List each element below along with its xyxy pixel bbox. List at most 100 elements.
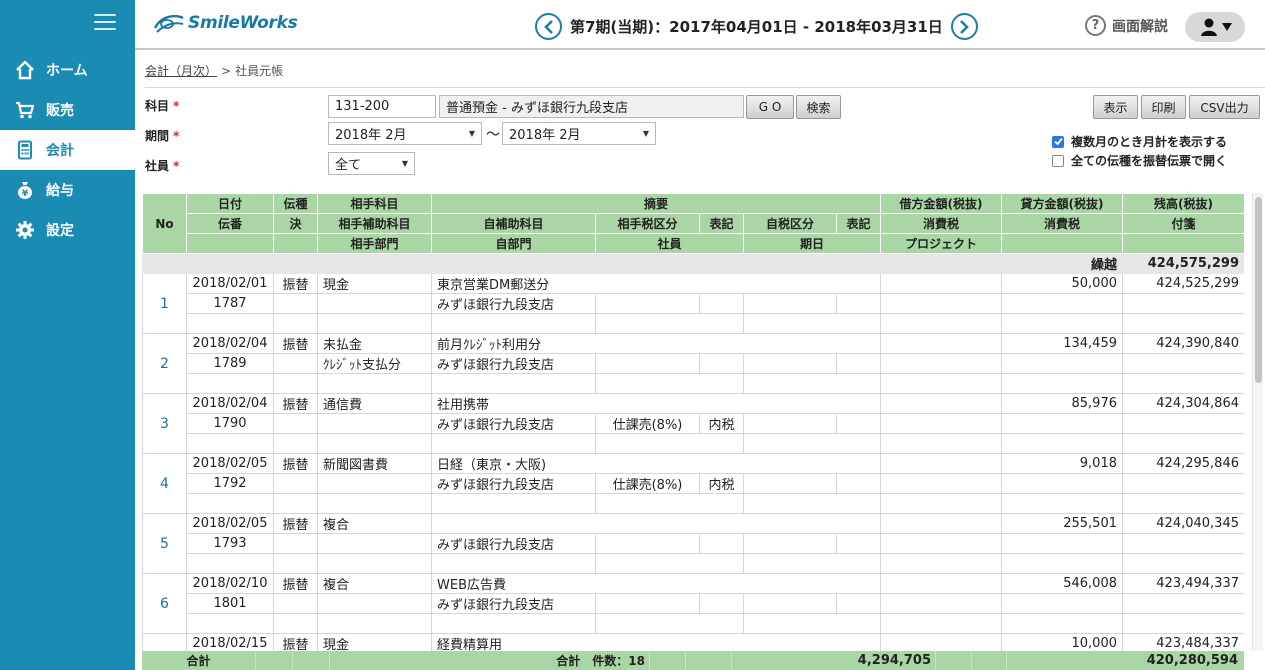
entry-counter-sub bbox=[317, 293, 432, 314]
col-header-own-tax: 自税区分 bbox=[743, 213, 837, 234]
entry-number[interactable]: 1 bbox=[142, 273, 187, 334]
entry-number[interactable]: 3 bbox=[142, 393, 187, 454]
breadcrumb: 会計（月次） > 社員元帳 bbox=[145, 62, 283, 79]
entry-mark bbox=[699, 533, 744, 554]
entry-balance: 424,304,864 bbox=[1122, 393, 1244, 414]
entry-type: 振替 bbox=[273, 513, 318, 534]
entry-slip-no: 1787 bbox=[186, 293, 274, 314]
csv-export-button[interactable]: CSV出力 bbox=[1189, 95, 1260, 119]
print-button[interactable]: 印刷 bbox=[1141, 95, 1186, 119]
table-row[interactable]: 5 2018/02/05 振替 複合 255,501 424,040,345 bbox=[142, 513, 1244, 574]
table-row[interactable]: 3 2018/02/04 振替 通信費 社用携帯 85,976 424,304,864 bbox=[142, 393, 1244, 454]
entry-number[interactable]: 4 bbox=[142, 453, 187, 514]
table-row[interactable]: 2 2018/02/04 振替 未払金 前月ｸﾚｼﾞｯﾄ利用分 134,459 424,39… bbox=[142, 333, 1244, 394]
scrollbar-thumb[interactable] bbox=[1255, 197, 1262, 383]
entry-settled bbox=[273, 533, 318, 554]
period-switcher: 第7期(当期)：2017年04月01日 - 2018年03月31日 bbox=[535, 13, 978, 40]
help-button[interactable]: ? 画面解説 bbox=[1085, 15, 1168, 36]
table-row-detail[interactable] bbox=[143, 493, 1244, 514]
table-row-detail[interactable] bbox=[143, 613, 1244, 634]
employee-select[interactable]: 全て ▼ bbox=[328, 152, 415, 175]
table-row[interactable]: 4 2018/02/05 振替 新聞図書費 日経（東京・大阪) 9,018 424,295,… bbox=[142, 453, 1244, 514]
monthly-total-checkbox[interactable]: 複数月のとき月計を表示する bbox=[1052, 133, 1227, 150]
col-header-tax: 消費税 bbox=[1001, 213, 1123, 234]
sidebar-item-settings[interactable]: 設定 bbox=[0, 210, 135, 250]
entry-summary: 社用携帯 bbox=[431, 393, 881, 414]
entry-counter-dept bbox=[317, 613, 432, 634]
entry-own-tax bbox=[743, 593, 837, 614]
table-row-detail[interactable]: 1793 みずほ銀行九段支店 bbox=[143, 533, 1244, 554]
col-header-empty bbox=[273, 233, 318, 254]
checkbox-unchecked-icon bbox=[1052, 154, 1064, 167]
table-row-detail[interactable]: 1790 みずほ銀行九段支店 仕課売(8%) 内税 bbox=[143, 413, 1244, 434]
prev-period-button[interactable] bbox=[535, 13, 562, 40]
col-header-own-sub: 自補助科目 bbox=[431, 213, 596, 234]
col-header-date: 日付 bbox=[186, 193, 274, 214]
sidebar-item-payroll[interactable]: ¥ 給与 bbox=[0, 170, 135, 210]
table-row-detail[interactable] bbox=[143, 433, 1244, 454]
breadcrumb-link-accounting[interactable]: 会計（月次） bbox=[145, 62, 217, 79]
period-from-select[interactable]: 2018年 2月 ▼ bbox=[328, 122, 482, 145]
show-button[interactable]: 表示 bbox=[1093, 95, 1138, 119]
entry-due-date bbox=[743, 613, 881, 634]
entry-employee bbox=[595, 613, 744, 634]
table-row-detail[interactable]: 1801 みずほ銀行九段支店 bbox=[143, 593, 1244, 614]
logo[interactable]: SmileWorks bbox=[153, 12, 298, 34]
table-row[interactable]: 1 2018/02/01 振替 現金 東京営業DM郵送分 50,000 424,525,29… bbox=[142, 273, 1244, 334]
help-icon: ? bbox=[1085, 15, 1106, 36]
col-header-settled: 決 bbox=[273, 213, 318, 234]
sidebar-item-accounting[interactable]: 会計 bbox=[0, 130, 135, 170]
col-header-empty bbox=[186, 233, 274, 254]
period-to-select[interactable]: 2018年 2月 ▼ bbox=[502, 122, 656, 145]
entry-project bbox=[880, 433, 1002, 454]
table-row[interactable]: 6 2018/02/10 振替 複合 WEB広告費 546,008 423,494,337 bbox=[142, 573, 1244, 634]
caret-down-icon bbox=[1221, 23, 1232, 31]
open-transfer-checkbox[interactable]: 全ての伝種を振替伝票で開く bbox=[1052, 152, 1227, 169]
table-row-detail[interactable] bbox=[143, 313, 1244, 334]
entry-blank bbox=[1001, 373, 1123, 394]
entry-number[interactable]: 5 bbox=[142, 513, 187, 574]
period-separator: 〜 bbox=[486, 127, 500, 143]
next-period-button[interactable] bbox=[950, 13, 978, 40]
chevron-right-icon bbox=[960, 19, 970, 34]
entry-number[interactable]: 6 bbox=[142, 573, 187, 634]
entry-balance: 424,525,299 bbox=[1122, 273, 1244, 294]
col-header-type: 伝種 bbox=[273, 193, 318, 214]
vertical-scrollbar[interactable] bbox=[1252, 193, 1263, 651]
chevron-left-icon bbox=[543, 19, 553, 34]
sidebar-item-home[interactable]: ホーム bbox=[0, 50, 135, 90]
table-row[interactable]: 2018/02/15 振替 現金 経費精算用 10,000 423,484,337 bbox=[142, 633, 1244, 651]
col-header-counter-tax: 相手税区分 bbox=[595, 213, 700, 234]
entry-number[interactable] bbox=[142, 633, 187, 651]
entry-blank bbox=[186, 433, 274, 454]
totals-footer: 合計 合計 件数：18 4,294,705 420,280,594 bbox=[142, 651, 1244, 670]
entry-number[interactable]: 2 bbox=[142, 333, 187, 394]
entry-blank bbox=[1122, 313, 1244, 334]
col-header-empty bbox=[1001, 233, 1123, 254]
table-row-detail[interactable] bbox=[143, 373, 1244, 394]
entry-due-date bbox=[743, 313, 881, 334]
search-button[interactable]: 検索 bbox=[796, 95, 841, 119]
user-menu-button[interactable] bbox=[1185, 12, 1245, 42]
col-header-project: プロジェクト bbox=[880, 233, 1002, 254]
col-header-counter-dept: 相手部門 bbox=[317, 233, 432, 254]
caret-down-icon: ▼ bbox=[468, 129, 475, 138]
sidebar-item-sales[interactable]: 販売 bbox=[0, 90, 135, 130]
table-row-detail[interactable]: 1787 みずほ銀行九段支店 bbox=[143, 293, 1244, 314]
entry-employee bbox=[595, 553, 744, 574]
table-row-detail[interactable]: 1792 みずほ銀行九段支店 仕課売(8%) 内税 bbox=[143, 473, 1244, 494]
table-row-detail[interactable] bbox=[143, 553, 1244, 574]
entry-tax bbox=[880, 473, 1002, 494]
entry-tax2 bbox=[1001, 533, 1123, 554]
entry-counter-account: 通信費 bbox=[317, 393, 432, 414]
entry-project bbox=[880, 313, 1002, 334]
entry-type: 振替 bbox=[273, 333, 318, 354]
menu-icon[interactable] bbox=[94, 14, 116, 32]
entry-project bbox=[880, 613, 1002, 634]
entry-due-date bbox=[743, 493, 881, 514]
entry-tag bbox=[1122, 413, 1244, 434]
account-code-input[interactable]: 131-200 bbox=[328, 95, 436, 118]
table-row-detail[interactable]: 1789 ｸﾚｼﾞｯﾄ支払分 みずほ銀行九段支店 bbox=[143, 353, 1244, 374]
entry-counter-tax bbox=[595, 533, 700, 554]
go-button[interactable]: G O bbox=[746, 95, 794, 119]
